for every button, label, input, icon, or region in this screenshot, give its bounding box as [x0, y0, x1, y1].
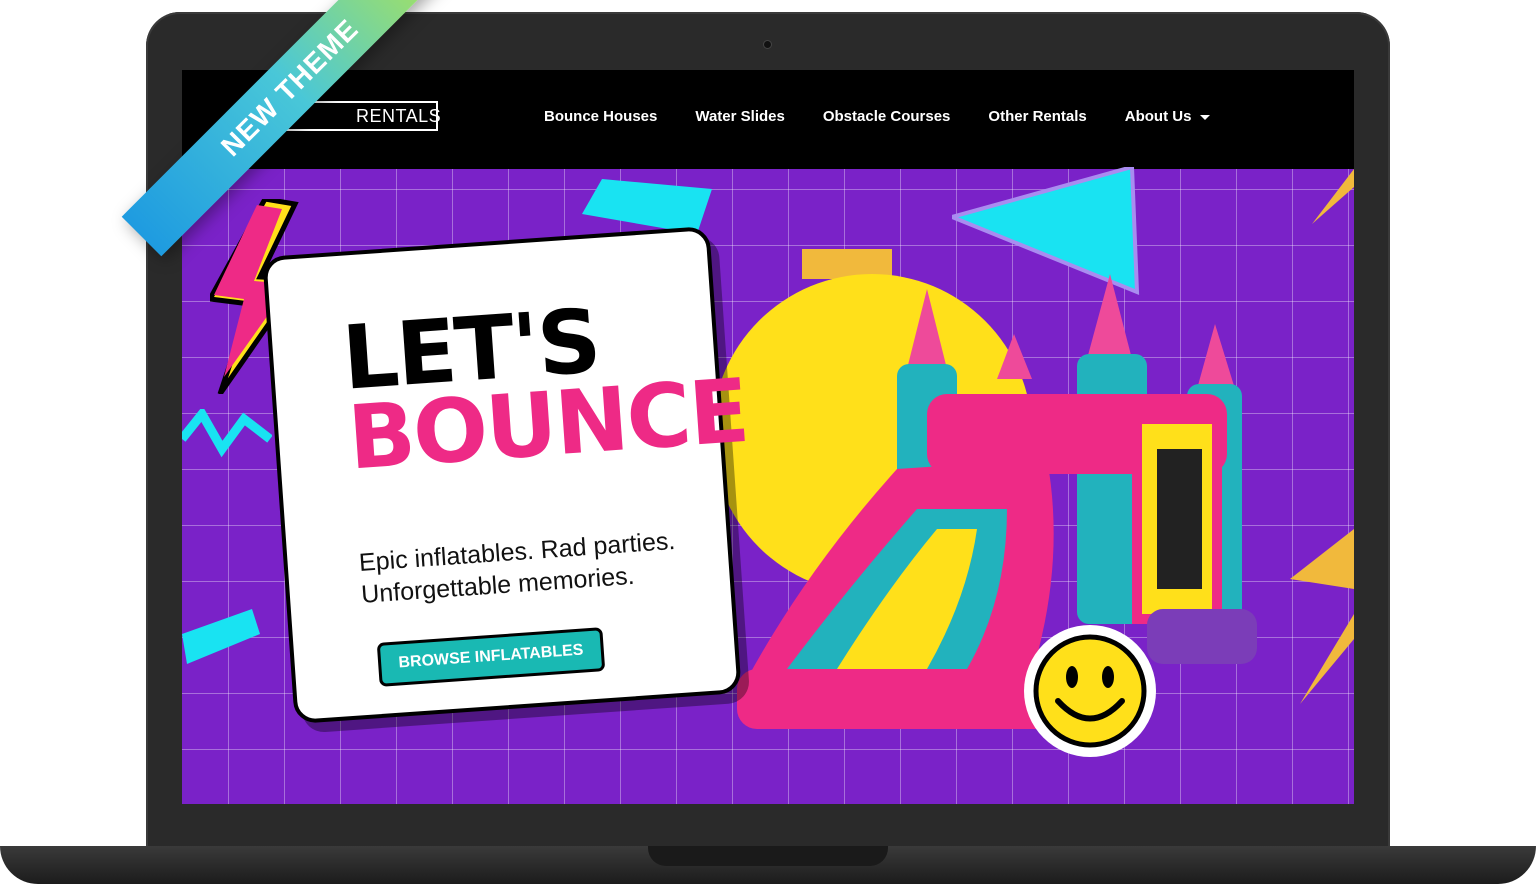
orange-shard-decoration	[1290, 529, 1354, 704]
nav-item-obstacle-courses[interactable]: Obstacle Courses	[823, 108, 951, 125]
chevron-down-icon	[1200, 114, 1211, 120]
zigzag-decoration	[182, 409, 272, 458]
nav-item-other-rentals[interactable]: Other Rentals	[988, 108, 1086, 125]
nav-item-about-us-label: About Us	[1124, 108, 1192, 125]
main-nav: Bounce Houses Water Slides Obstacle Cour…	[544, 108, 1211, 125]
logo-text: RENTALS	[356, 106, 442, 126]
cyan-stripe-decoration	[182, 609, 260, 664]
orange-streak-decoration	[1312, 169, 1354, 224]
smiley-face-icon	[1024, 625, 1156, 757]
browser-screen: RENTALS Bounce Houses Water Slides Obsta…	[182, 70, 1354, 804]
webcam	[763, 40, 772, 49]
laptop-notch	[648, 846, 888, 866]
hero-title-line2: BOUNCE	[344, 358, 751, 490]
hero-section: LET'S BOUNCE Epic inflatables. Rad parti…	[182, 167, 1354, 804]
hero-title: LET'S BOUNCE	[339, 289, 751, 490]
nav-item-water-slides[interactable]: Water Slides	[695, 108, 784, 125]
nav-item-bounce-houses[interactable]: Bounce Houses	[544, 108, 657, 125]
bounce-house-image	[737, 274, 1257, 729]
nav-item-about-us[interactable]: About Us	[1125, 108, 1211, 125]
site-header: RENTALS Bounce Houses Water Slides Obsta…	[182, 70, 1354, 169]
